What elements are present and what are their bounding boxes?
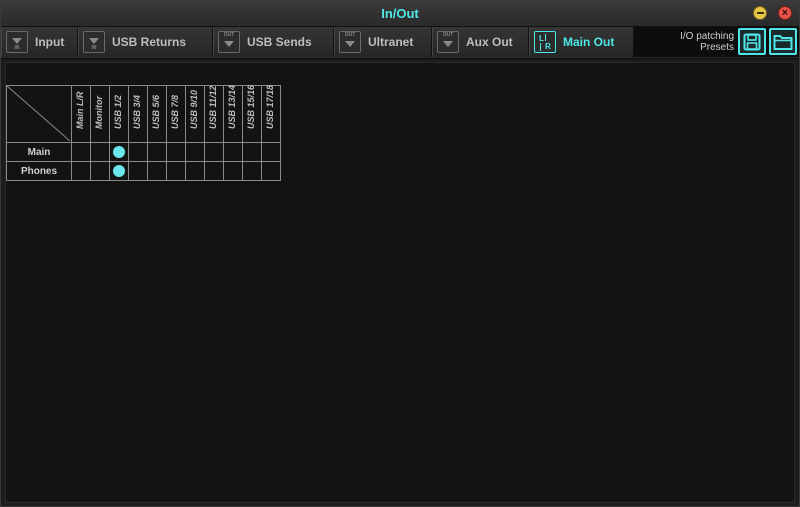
- folder-open-icon: [773, 34, 793, 50]
- routing-cell[interactable]: [166, 161, 186, 181]
- column-header: USB 11/12: [204, 85, 224, 143]
- routing-cell[interactable]: [261, 161, 281, 181]
- close-icon: ×: [781, 6, 789, 19]
- tab-label: Ultranet: [368, 35, 414, 49]
- routing-cell[interactable]: [109, 142, 129, 162]
- routing-cell[interactable]: [90, 161, 110, 181]
- tab-label: Input: [35, 35, 65, 49]
- routing-cell[interactable]: [261, 142, 281, 162]
- column-header: USB 7/8: [166, 85, 186, 143]
- tab-bar: IN Input IN USB Returns OUT USB Sends OU…: [1, 27, 799, 59]
- tab-label: Aux Out: [466, 35, 513, 49]
- title-bar[interactable]: In/Out ×: [1, 1, 799, 27]
- main-out-lr-icon: L R: [534, 31, 556, 53]
- routing-cell[interactable]: [185, 161, 205, 181]
- matrix-row-phones: Phones: [6, 161, 281, 181]
- routing-cell[interactable]: [223, 161, 243, 181]
- routing-cell[interactable]: [71, 161, 91, 181]
- routing-cell[interactable]: [242, 161, 262, 181]
- routing-cell[interactable]: [147, 161, 167, 181]
- tab-aux-out[interactable]: OUT Aux Out: [432, 27, 529, 57]
- routing-cell[interactable]: [128, 161, 148, 181]
- routing-cell[interactable]: [223, 142, 243, 162]
- routing-cell[interactable]: [204, 161, 224, 181]
- usb-returns-icon: IN: [83, 31, 105, 53]
- input-icon: IN: [6, 31, 28, 53]
- routing-cell[interactable]: [109, 161, 129, 181]
- routing-cell[interactable]: [128, 142, 148, 162]
- usb-sends-icon: OUT: [218, 31, 240, 53]
- presets-label: I/O patching Presets: [680, 31, 734, 53]
- matrix-header-row: Main L/R Monitor USB 1/2 USB 3/4 USB 5/6…: [6, 85, 281, 143]
- window-title: In/Out: [381, 6, 419, 21]
- matrix-row-main: Main: [6, 142, 281, 162]
- column-header: USB 13/14: [223, 85, 243, 143]
- routing-cell[interactable]: [90, 142, 110, 162]
- io-window: In/Out × IN Input IN USB Returns OUT USB…: [0, 0, 800, 507]
- column-header: Main L/R: [71, 85, 91, 143]
- io-presets-panel: I/O patching Presets: [634, 27, 799, 57]
- aux-out-icon: OUT: [437, 31, 459, 53]
- routing-matrix-panel: Main L/R Monitor USB 1/2 USB 3/4 USB 5/6…: [5, 62, 795, 503]
- tab-label: USB Sends: [247, 35, 312, 49]
- row-label: Main: [6, 142, 72, 162]
- routing-cell[interactable]: [147, 142, 167, 162]
- save-icon: [743, 33, 761, 50]
- routing-cell[interactable]: [166, 142, 186, 162]
- route-active-dot: [113, 165, 125, 177]
- column-header: USB 9/10: [185, 85, 205, 143]
- routing-cell[interactable]: [185, 142, 205, 162]
- route-active-dot: [113, 146, 125, 158]
- minimize-button[interactable]: [753, 6, 767, 20]
- row-label: Phones: [6, 161, 72, 181]
- column-header: USB 15/16: [242, 85, 262, 143]
- matrix-corner: [6, 85, 72, 143]
- column-header: USB 5/6: [147, 85, 167, 143]
- column-header: USB 3/4: [128, 85, 148, 143]
- tab-label: Main Out: [563, 35, 615, 49]
- routing-cell[interactable]: [71, 142, 91, 162]
- routing-cell[interactable]: [242, 142, 262, 162]
- routing-matrix: Main L/R Monitor USB 1/2 USB 3/4 USB 5/6…: [6, 85, 281, 181]
- tab-usb-sends[interactable]: OUT USB Sends: [213, 27, 334, 57]
- ultranet-icon: OUT: [339, 31, 361, 53]
- minimize-icon: [756, 12, 764, 14]
- open-preset-button[interactable]: [769, 28, 797, 55]
- column-header: Monitor: [90, 85, 110, 143]
- close-button[interactable]: ×: [778, 6, 792, 20]
- tab-input[interactable]: IN Input: [1, 27, 78, 57]
- save-preset-button[interactable]: [738, 28, 766, 55]
- tab-ultranet[interactable]: OUT Ultranet: [334, 27, 432, 57]
- routing-cell[interactable]: [204, 142, 224, 162]
- tab-main-out[interactable]: L R Main Out: [529, 27, 634, 57]
- tab-usb-returns[interactable]: IN USB Returns: [78, 27, 213, 57]
- tab-label: USB Returns: [112, 35, 187, 49]
- diagonal-line: [7, 86, 70, 141]
- column-header: USB 17/18: [261, 85, 281, 143]
- column-header: USB 1/2: [109, 85, 129, 143]
